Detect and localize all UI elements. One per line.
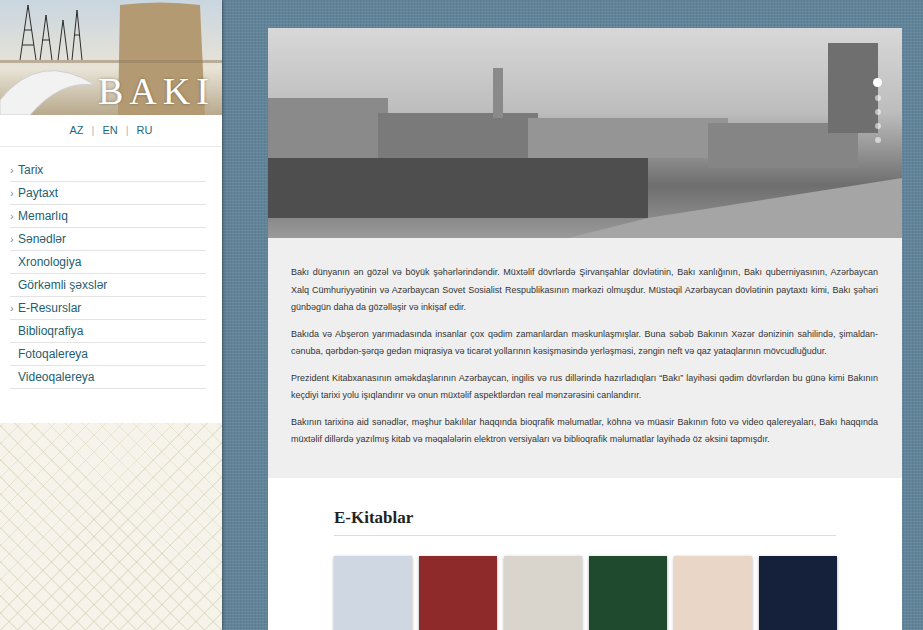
slider-dot[interactable] [875,123,881,129]
intro-paragraph: Bakıda və Abşeron yarımadasında insanlar… [291,326,878,361]
intro: Bakı dünyanın ən gözəl və böyük şəhərlər… [268,238,902,478]
book-cover[interactable] [759,556,837,630]
sidebar-item[interactable]: ›Videoqalereya [10,366,206,389]
language-link[interactable]: RU [137,124,153,136]
logo-title: BAKI [98,69,215,113]
intro-paragraph: Bakının tarixinə aid sənədlər, məşhur ba… [291,414,878,449]
sidebar-item[interactable]: ›Xronologiya [10,251,206,274]
main: Bakı dünyanın ən gözəl və böyük şəhərlər… [222,0,923,630]
ebooks: E-Kitablar [268,478,902,630]
chevron-icon: › [10,164,15,176]
slider-dot[interactable] [875,95,881,101]
content-panel: Bakı dünyanın ən gözəl və böyük şəhərlər… [268,28,902,630]
intro-paragraph: Prezident Kitabxanasının əməkdaşlarının … [291,370,878,405]
slider-dot[interactable] [875,137,881,143]
slider-dot[interactable] [875,109,881,115]
chevron-icon: › [10,233,15,245]
book-row [334,556,836,630]
slider-photo [268,28,902,238]
slider-dots [873,78,882,143]
sidebar-item[interactable]: ›Görkəmli şəxslər [10,274,206,297]
ebooks-title: E-Kitablar [334,508,836,536]
book-cover[interactable] [589,556,667,630]
slider-dot[interactable] [873,78,882,87]
photo-icon [268,28,902,238]
language-separator: | [92,124,95,136]
book-cover[interactable] [419,556,497,630]
language-link[interactable]: EN [102,124,117,136]
book-cover[interactable] [674,556,752,630]
sidebar-pattern [0,423,222,630]
sidebar-item[interactable]: ›Paytaxt [10,182,206,205]
sidebar-menu: ›Tarix›Paytaxt›Memarlıq›Sənədlər›Xronolo… [0,147,222,389]
chevron-icon: › [10,187,15,199]
sidebar: BAKI AZ | EN | RU ›Tarix›Paytaxt›Memarlıq›Sənə… [0,0,222,630]
language-bar: AZ | EN | RU [0,115,222,147]
sidebar-item[interactable]: ›Tarix [10,159,206,182]
intro-paragraph: Bakı dünyanın ən gözəl və böyük şəhərlər… [291,264,878,317]
sidebar-item[interactable]: ›E-Resurslar [10,297,206,320]
sidebar-item[interactable]: ›Memarlıq [10,205,206,228]
language-link[interactable]: AZ [70,124,84,136]
sidebar-item[interactable]: ›Sənədlər [10,228,206,251]
language-separator: | [126,124,129,136]
sidebar-item[interactable]: ›Biblioqrafiya [10,320,206,343]
sidebar-item[interactable]: ›Fotoqalereya [10,343,206,366]
page: BAKI AZ | EN | RU ›Tarix›Paytaxt›Memarlıq›Sənə… [0,0,923,630]
logo[interactable]: BAKI [0,0,222,115]
chevron-icon: › [10,302,15,314]
book-cover[interactable] [334,556,412,630]
chevron-icon: › [10,210,15,222]
book-cover[interactable] [504,556,582,630]
